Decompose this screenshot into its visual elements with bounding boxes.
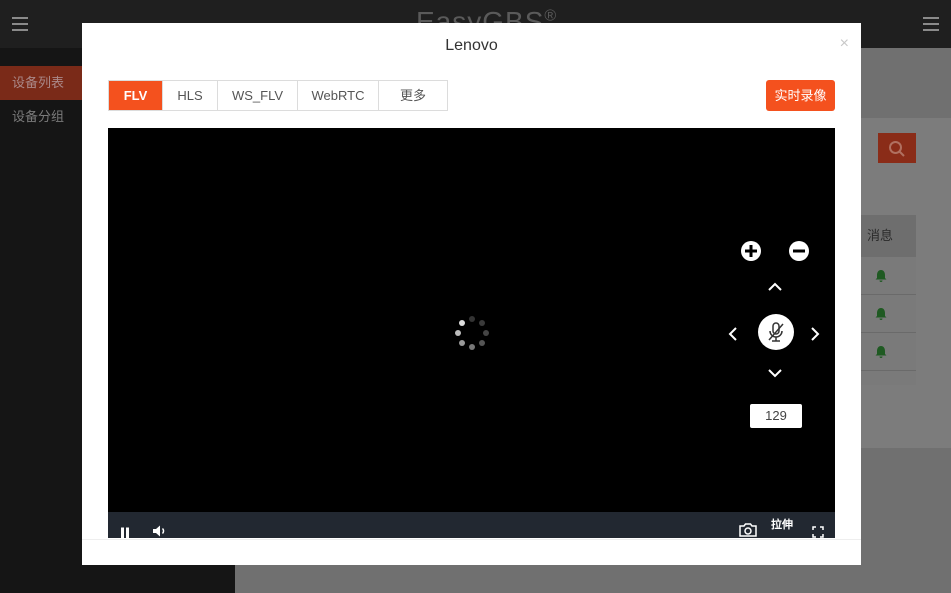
- pause-icon[interactable]: [120, 520, 130, 546]
- loading-spinner-icon: [455, 316, 489, 350]
- table-row: [861, 295, 916, 333]
- tab-more[interactable]: 更多: [379, 81, 447, 110]
- tab-webrtc[interactable]: WebRTC: [298, 81, 379, 110]
- dialog-footer-divider: [82, 539, 861, 540]
- ptz-speed-input[interactable]: 129: [750, 404, 802, 428]
- tab-ws-flv[interactable]: WS_FLV: [218, 81, 298, 110]
- dialog-title: Lenovo: [445, 37, 498, 54]
- menu-icon-right[interactable]: [923, 17, 939, 31]
- zoom-in-icon[interactable]: [740, 240, 762, 262]
- chevron-down-icon[interactable]: [765, 366, 785, 380]
- chevron-left-icon[interactable]: [726, 324, 740, 344]
- player-control-bar: 拉伸: [108, 512, 835, 539]
- device-table: 消息: [861, 215, 916, 385]
- stretch-button[interactable]: 拉伸: [771, 512, 793, 538]
- table-row: [861, 257, 916, 295]
- volume-icon[interactable]: [152, 518, 168, 544]
- bell-icon[interactable]: [874, 307, 888, 321]
- bell-icon[interactable]: [874, 345, 888, 359]
- zoom-out-icon[interactable]: [788, 240, 810, 262]
- search-button[interactable]: [878, 133, 916, 163]
- menu-icon[interactable]: [12, 17, 28, 31]
- search-icon: [889, 141, 905, 157]
- video-player[interactable]: 129 拉伸: [108, 128, 835, 539]
- microphone-button[interactable]: [758, 314, 794, 350]
- tab-flv[interactable]: FLV: [109, 81, 163, 110]
- live-record-button[interactable]: 实时录像: [766, 80, 835, 111]
- chevron-up-icon[interactable]: [765, 280, 785, 294]
- fullscreen-icon[interactable]: [812, 519, 824, 545]
- chevron-right-icon[interactable]: [808, 324, 822, 344]
- video-player-dialog: Lenovo × FLV HLS WS_FLV WebRTC 更多 实时录像 1…: [82, 23, 861, 565]
- close-button[interactable]: ×: [840, 35, 849, 53]
- table-row: [861, 333, 916, 371]
- bell-icon[interactable]: [874, 269, 888, 283]
- protocol-tabs: FLV HLS WS_FLV WebRTC 更多: [108, 80, 448, 111]
- tab-hls[interactable]: HLS: [163, 81, 218, 110]
- microphone-muted-icon: [768, 322, 784, 342]
- table-header-message: 消息: [861, 215, 916, 257]
